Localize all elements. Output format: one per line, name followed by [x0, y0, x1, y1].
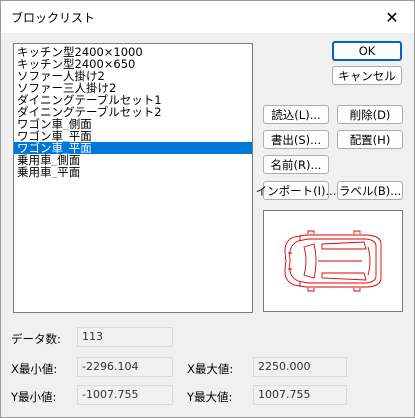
list-item[interactable]: ダイニングテーブルセット2: [14, 106, 252, 118]
x-max-label: X最大値:: [187, 362, 234, 376]
x-min-value: -2296.104: [77, 357, 173, 377]
block-list-items: キッチン型2400×1000 キッチン型2400×650 ソファー人掛け2 ソファー三…: [14, 44, 252, 178]
read-button[interactable]: 読込(L)...: [263, 105, 329, 124]
y-min-value: -1007.755: [77, 385, 173, 405]
list-item[interactable]: ダイニングテーブルセット1: [14, 94, 252, 106]
y-max-value: 1007.755: [253, 385, 347, 405]
list-item[interactable]: ワゴン車_平面: [14, 142, 252, 154]
import-button[interactable]: インポート(I)...: [256, 181, 336, 200]
list-item[interactable]: 乗用車_平面: [14, 166, 252, 178]
write-button[interactable]: 書出(S)...: [263, 130, 329, 149]
data-count-value: 113: [77, 327, 173, 347]
block-list-dialog: ブロックリスト ✕ キッチン型2400×1000 キッチン型2400×650 ソファ…: [0, 0, 415, 418]
y-max-label: Y最大値:: [187, 390, 233, 404]
cancel-button[interactable]: キャンセル: [332, 66, 402, 85]
rename-button[interactable]: 名前(R)...: [263, 155, 329, 174]
list-item[interactable]: ソファー三人掛け2: [14, 82, 252, 94]
list-item[interactable]: キッチン型2400×1000: [14, 46, 252, 58]
data-count-label: データ数:: [11, 332, 61, 346]
y-min-label: Y最小値:: [11, 390, 57, 404]
car-plan-preview: [284, 230, 382, 292]
close-icon[interactable]: ✕: [370, 1, 414, 33]
list-item[interactable]: 乗用車_側面: [14, 154, 252, 166]
list-item[interactable]: キッチン型2400×650: [14, 58, 252, 70]
list-item[interactable]: ソファー人掛け2: [14, 70, 252, 82]
list-item[interactable]: ワゴン車_平面: [14, 130, 252, 142]
ok-button[interactable]: OK: [332, 41, 402, 61]
label-button[interactable]: ラベル(B)...: [337, 181, 403, 200]
block-preview: [263, 210, 403, 312]
delete-button[interactable]: 削除(D): [337, 105, 403, 124]
block-listbox[interactable]: キッチン型2400×1000 キッチン型2400×650 ソファー人掛け2 ソファー三…: [13, 43, 253, 313]
place-button[interactable]: 配置(H): [337, 130, 403, 149]
window-title: ブロックリスト: [11, 11, 96, 25]
x-min-label: X最小値:: [11, 362, 58, 376]
list-item[interactable]: ワゴン車_側面: [14, 118, 252, 130]
title-bar: ブロックリスト ✕: [1, 1, 414, 33]
x-max-value: 2250.000: [253, 357, 347, 377]
